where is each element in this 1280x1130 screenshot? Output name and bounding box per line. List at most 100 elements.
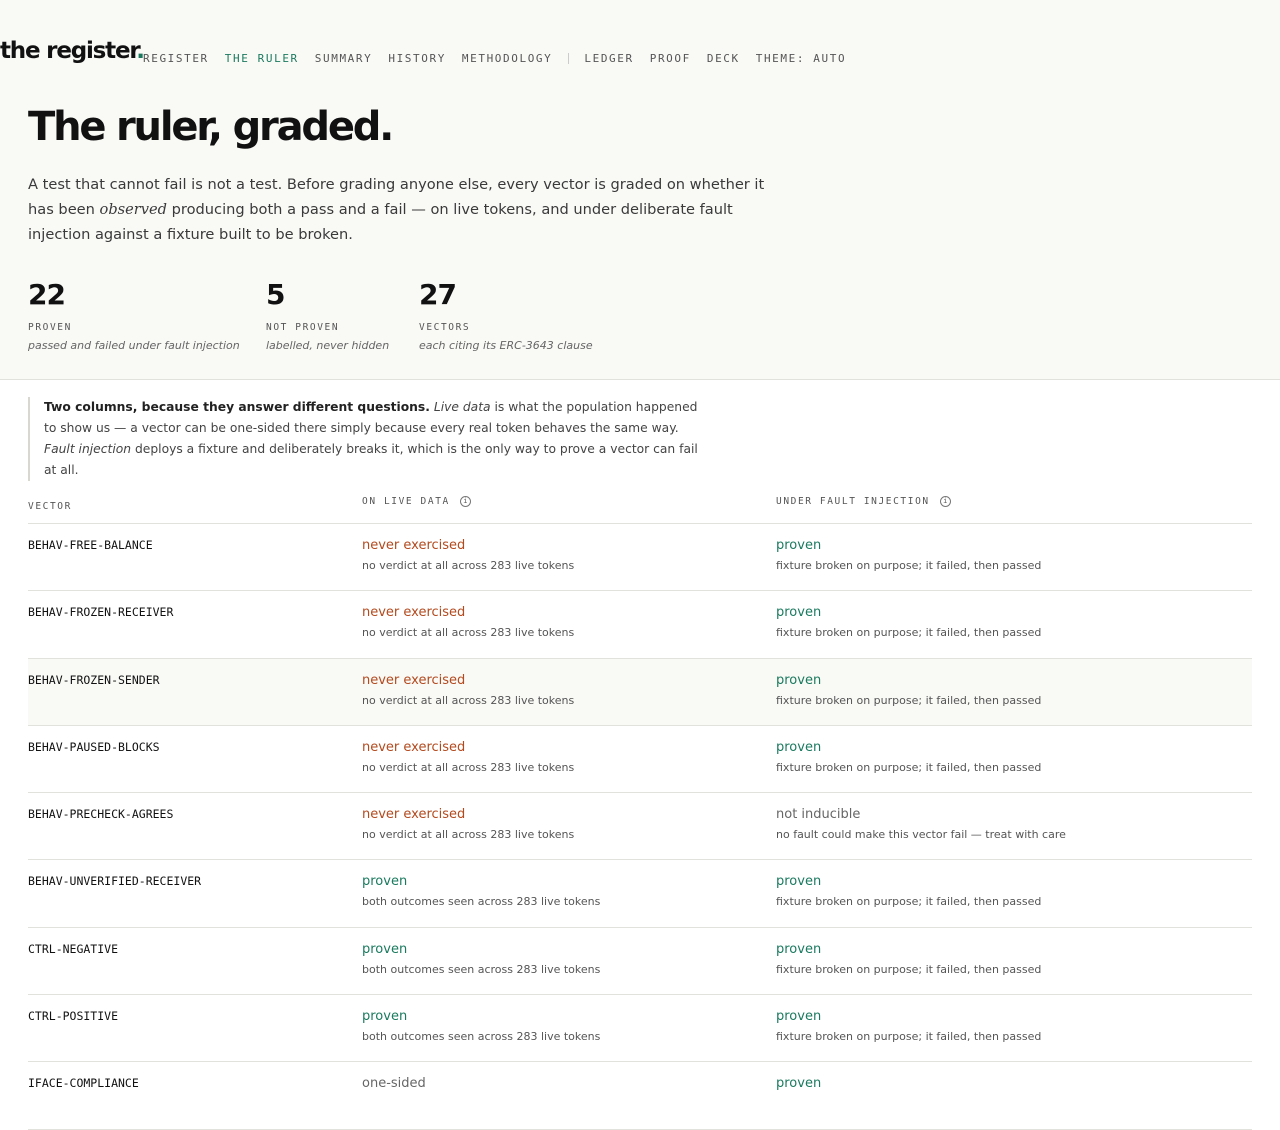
info-icon[interactable]: i: [939, 496, 951, 507]
fault-verdict: proven: [776, 874, 822, 890]
live-data-cell: proven both outcomes seen across 283 live…: [362, 860, 776, 926]
fault-verdict: proven: [776, 672, 822, 688]
live-data-cell: never exercised no verdict at all across …: [362, 659, 776, 725]
stat-number: 22: [28, 278, 66, 311]
fault-description: fixture broken on purpose; it failed, th…: [776, 760, 1042, 774]
table-row[interactable]: BEHAV-PRECHECK-AGREES never exercised no v…: [28, 793, 1252, 861]
fault-description: fixture broken on purpose; it failed, th…: [776, 626, 1042, 640]
table-body: BEHAV-FREE-BALANCE never exercised no verd…: [28, 524, 1252, 1130]
fault-injection-cell: proven fixture broken on purpose; it fail…: [776, 860, 1252, 926]
vector-name: CTRL-NEGATIVE: [28, 941, 119, 956]
live-description: no verdict at all across 283 live tokens: [362, 828, 575, 842]
fault-description: fixture broken on purpose; it failed, th…: [776, 1030, 1042, 1044]
vector-table: VECTOR ON LIVE DATA i UNDER FAULT INJECTI…: [28, 486, 1252, 1130]
live-data-cell: proven both outcomes seen across 283 live…: [362, 995, 776, 1061]
vector-name: BEHAV-FROZEN-RECEIVER: [28, 605, 174, 620]
page-header-section: the register. REGISTER THE RULER SUMMARY…: [0, 0, 1280, 380]
vector-name: BEHAV-FREE-BALANCE: [28, 538, 153, 552]
nav-summary[interactable]: SUMMARY: [315, 52, 373, 65]
stat-proven: 22 PROVEN passed and failed under fault …: [28, 278, 266, 352]
live-data-cell: proven both outcomes seen across 283 live…: [362, 928, 776, 994]
explanatory-note: Two columns, because they answer differe…: [28, 397, 708, 481]
live-verdict: never exercised: [362, 807, 466, 823]
live-data-cell: never exercised no verdict at all across …: [362, 793, 776, 859]
table-row[interactable]: BEHAV-PAUSED-BLOCKS never exercised no ver…: [28, 726, 1252, 794]
fault-injection-cell: proven fixture broken on purpose; it fail…: [776, 591, 1252, 657]
vector-name: BEHAV-FROZEN-SENDER: [28, 672, 160, 687]
stat-vectors: 27 VECTORS each citing its ERC-3643 clau…: [419, 278, 657, 352]
note-em-fault: Fault injection: [44, 442, 132, 456]
fault-description: fixture broken on purpose; it failed, th…: [776, 962, 1042, 976]
vector-name: BEHAV-PAUSED-BLOCKS: [28, 739, 160, 754]
fault-injection-cell: proven fixture broken on purpose; it fail…: [776, 726, 1252, 792]
note-em-live: Live data: [433, 400, 491, 414]
stat-label: PROVEN: [28, 322, 72, 333]
live-description: no verdict at all across 283 live tokens: [362, 559, 575, 572]
nav-theme-toggle[interactable]: THEME: AUTO: [756, 52, 846, 65]
vector-name: BEHAV-UNVERIFIED-RECEIVER: [28, 874, 202, 889]
vector-name: CTRL-POSITIVE: [28, 1009, 119, 1024]
fault-verdict: proven: [776, 1009, 822, 1025]
nav-deck[interactable]: DECK: [707, 52, 740, 65]
lead-emphasis: observed: [99, 201, 168, 218]
fault-verdict: proven: [776, 941, 822, 957]
fault-injection-cell: proven fixture broken on purpose; it fail…: [776, 524, 1252, 590]
fault-injection-cell: not inducible no fault could make this ve…: [776, 793, 1252, 859]
nav-divider: [568, 53, 570, 64]
fault-injection-cell: proven: [776, 1062, 1252, 1128]
fault-injection-cell: proven fixture broken on purpose; it fail…: [776, 995, 1252, 1061]
page-title: The ruler, graded.: [28, 104, 394, 150]
live-description: both outcomes seen across 283 live token…: [362, 962, 601, 976]
live-verdict: proven: [362, 874, 408, 890]
page-lead: A test that cannot fail is not a test. B…: [28, 172, 768, 247]
nav-history[interactable]: HISTORY: [388, 52, 446, 65]
header-fault-injection: UNDER FAULT INJECTION i: [776, 486, 1252, 523]
stat-label: VECTORS: [419, 322, 471, 333]
fault-verdict: proven: [776, 538, 822, 553]
nav-register[interactable]: REGISTER: [143, 52, 209, 65]
stats-row: 22 PROVEN passed and failed under fault …: [28, 278, 657, 352]
live-description: no verdict at all across 283 live tokens: [362, 693, 575, 707]
table-row[interactable]: BEHAV-FROZEN-SENDER never exercised no ver…: [28, 658, 1252, 726]
table-row[interactable]: BEHAV-UNVERIFIED-RECEIVER proven both outc…: [28, 860, 1252, 928]
vector-name: IFACE-COMPLIANCE: [28, 1076, 139, 1091]
live-description: no verdict at all across 283 live tokens: [362, 626, 575, 640]
fault-injection-cell: proven fixture broken on purpose; it fail…: [776, 928, 1252, 994]
fault-description: fixture broken on purpose; it failed, th…: [776, 895, 1042, 909]
brand-logo[interactable]: the register.: [0, 38, 145, 64]
table-row[interactable]: CTRL-NEGATIVE proven both outcomes seen ac…: [28, 928, 1252, 996]
fault-description: no fault could make this vector fail — t…: [776, 828, 1066, 842]
table-row[interactable]: BEHAV-FREE-BALANCE never exercised no verd…: [28, 524, 1252, 592]
note-bold: Two columns, because they answer differe…: [44, 400, 430, 414]
info-icon[interactable]: i: [459, 496, 471, 507]
header-vector: VECTOR: [28, 501, 72, 512]
live-verdict: one-sided: [362, 1076, 426, 1092]
table-row[interactable]: BEHAV-FROZEN-RECEIVER never exercised no v…: [28, 591, 1252, 659]
live-verdict: never exercised: [362, 605, 466, 621]
nav-proof[interactable]: PROOF: [650, 52, 691, 65]
header-live-data: ON LIVE DATA i: [362, 486, 776, 523]
live-verdict: proven: [362, 941, 408, 957]
brand-name: the register: [0, 38, 137, 64]
stat-sub: each citing its ERC-3643 clause: [419, 339, 593, 352]
fault-verdict: not inducible: [776, 807, 861, 823]
nav-methodology[interactable]: METHODOLOGY: [462, 52, 552, 65]
nav-ledger[interactable]: LEDGER: [584, 52, 633, 65]
live-verdict: proven: [362, 1009, 408, 1025]
live-verdict: never exercised: [362, 672, 466, 688]
vector-name: BEHAV-PRECHECK-AGREES: [28, 807, 174, 822]
table-row[interactable]: CTRL-POSITIVE proven both outcomes seen ac…: [28, 995, 1252, 1063]
stat-number: 5: [266, 278, 285, 311]
fault-description: fixture broken on purpose; it failed, th…: [776, 559, 1042, 572]
note-text-2: deploys a fixture and deliberately break…: [44, 442, 698, 477]
live-data-cell: never exercised no verdict at all across …: [362, 524, 776, 590]
header-fault-label: UNDER FAULT INJECTION: [776, 496, 930, 507]
live-description: no verdict at all across 283 live tokens: [362, 760, 575, 774]
table-row[interactable]: IFACE-COMPLIANCE one-sided proven: [28, 1062, 1252, 1130]
live-verdict: never exercised: [362, 739, 466, 755]
fault-description: fixture broken on purpose; it failed, th…: [776, 693, 1042, 707]
live-description: both outcomes seen across 283 live token…: [362, 1030, 601, 1044]
nav-the-ruler[interactable]: THE RULER: [225, 52, 299, 65]
stat-label: NOT PROVEN: [266, 322, 340, 333]
live-data-cell: never exercised no verdict at all across …: [362, 726, 776, 792]
